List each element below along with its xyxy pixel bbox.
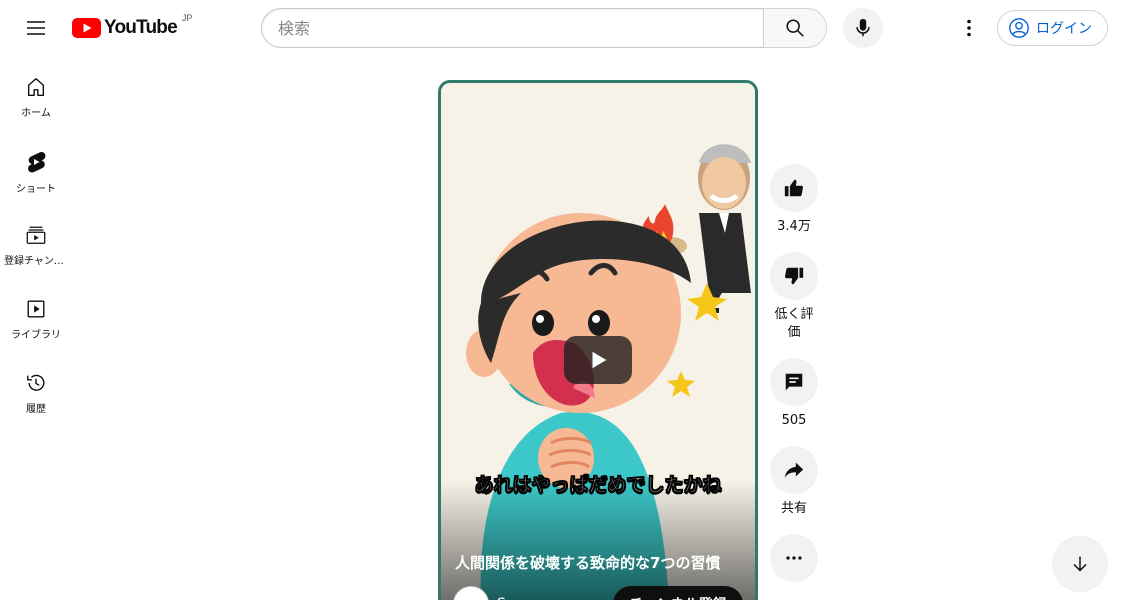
thumbs-down-icon (784, 267, 804, 285)
video-title[interactable]: 人間関係を破壊する致命的な7つの習慣 (455, 552, 720, 573)
voice-search-button[interactable] (843, 8, 883, 48)
sidebar-item-label: ライブラリ (11, 330, 61, 341)
login-button[interactable]: ログイン (997, 10, 1108, 46)
reel-actions: 3.4万 低く評価 505 共有 (770, 164, 818, 598)
sidebar-item-label: ホーム (21, 108, 51, 119)
youtube-play-logo-icon (72, 18, 101, 38)
dislike-action: 低く評価 (770, 252, 818, 342)
channel-avatar[interactable] (453, 586, 489, 600)
country-code: JP (181, 13, 193, 23)
sidebar-item-shorts[interactable]: ショート (0, 130, 72, 204)
more-actions-button[interactable] (770, 534, 818, 582)
more-action (770, 534, 818, 582)
account-circle-icon (1009, 18, 1029, 38)
thumbs-up-icon (784, 179, 804, 197)
more-horizontal-icon (786, 556, 802, 560)
sidebar-item-home[interactable]: ホーム (0, 56, 72, 130)
shorts-icon (28, 151, 46, 173)
history-icon (27, 374, 45, 391)
next-video-button[interactable] (1052, 536, 1108, 592)
guide-menu-button[interactable] (16, 8, 56, 48)
sidebar-item-history[interactable]: 履歴 (0, 352, 72, 426)
play-button[interactable] (564, 336, 632, 384)
share-icon (784, 462, 804, 478)
settings-more-button[interactable] (949, 8, 989, 48)
dislike-button[interactable] (770, 252, 818, 300)
shorts-video-player[interactable]: あれはやっぱだめでしたかね 人間関係を破壊する致命的な7つの習慣 S チャンネル… (438, 80, 758, 600)
search-icon (786, 19, 804, 37)
sidebar-item-label: ショート (16, 184, 56, 195)
home-icon (27, 78, 45, 96)
comments-button[interactable] (770, 358, 818, 406)
search-input[interactable] (261, 8, 764, 48)
dislike-label: 低く評価 (774, 307, 814, 340)
channel-info: S (453, 586, 506, 600)
sidebar-item-subscriptions[interactable]: 登録チャンネル (0, 204, 72, 278)
microphone-icon (856, 18, 870, 37)
share-button[interactable] (770, 446, 818, 494)
subscribe-button[interactable]: チャンネル登録 (613, 586, 743, 600)
comment-action: 505 (770, 358, 818, 430)
more-vertical-icon (967, 19, 971, 37)
play-icon (592, 351, 607, 369)
share-action: 共有 (770, 446, 818, 518)
comment-count: 505 (781, 413, 807, 428)
search-button[interactable] (763, 8, 827, 48)
like-count: 3.4万 (777, 219, 811, 234)
masthead: YouTube JP ログイン (0, 0, 1124, 56)
logo-text: YouTube (104, 17, 178, 38)
login-label: ログイン (1036, 21, 1092, 37)
search-bar (261, 8, 827, 48)
sidebar-item-label: 履歴 (26, 404, 46, 415)
comment-icon (785, 373, 803, 391)
sidebar-item-library[interactable]: ライブラリ (0, 278, 72, 352)
subscriptions-icon (26, 226, 46, 244)
arrow-down-icon (1073, 556, 1087, 572)
sidebar-item-label: 登録チャンネル (4, 256, 68, 267)
mini-guide: ホーム ショート 登録チャンネル ライブラリ 履歴 (0, 56, 72, 426)
overlay-gradient (441, 480, 755, 600)
like-action: 3.4万 (770, 164, 818, 236)
hamburger-icon (27, 21, 45, 35)
channel-name[interactable]: S (497, 596, 506, 600)
share-label: 共有 (780, 501, 807, 516)
youtube-logo[interactable]: YouTube JP (72, 13, 193, 42)
like-button[interactable] (770, 164, 818, 212)
library-icon (27, 300, 45, 318)
